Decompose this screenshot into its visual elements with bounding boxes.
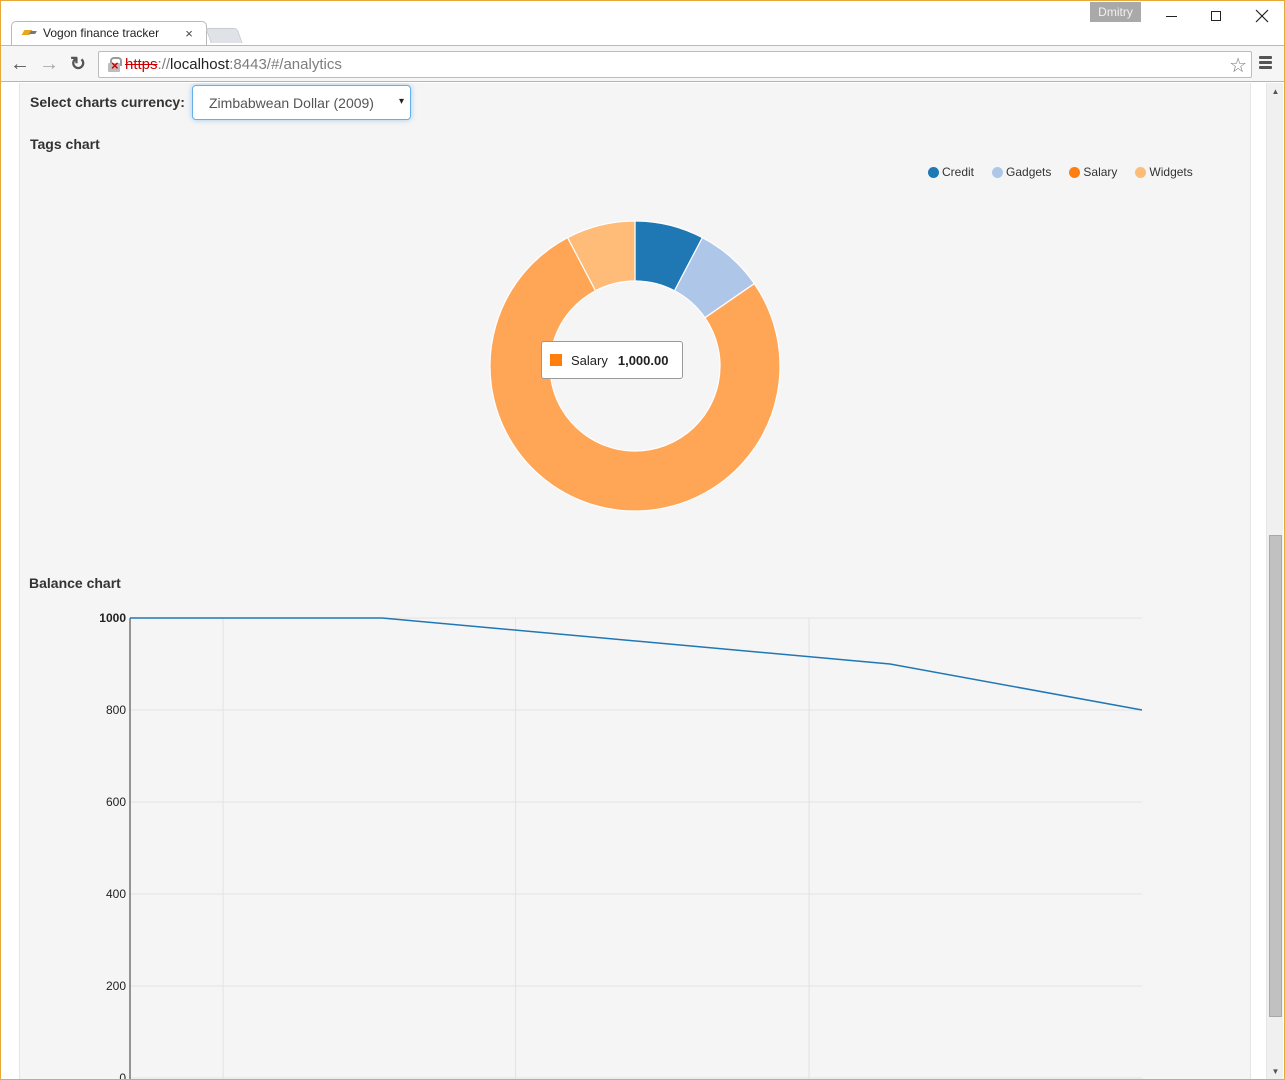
- tab-close-icon[interactable]: ×: [181, 26, 197, 41]
- profile-badge[interactable]: Dmitry: [1090, 2, 1141, 22]
- reload-button[interactable]: ↻: [66, 52, 90, 76]
- vertical-scrollbar[interactable]: ▲ ▼: [1266, 83, 1284, 1079]
- balance-data-point[interactable]: [130, 618, 131, 619]
- y-tick-label: 200: [106, 979, 126, 993]
- new-tab-button[interactable]: [205, 28, 243, 43]
- y-tick-label: 400: [106, 887, 126, 901]
- url-host: localhost: [170, 56, 230, 73]
- y-tick-label: 1000: [99, 611, 126, 625]
- forward-button[interactable]: →: [37, 52, 61, 76]
- favicon-icon: [23, 28, 37, 38]
- back-arrow-icon: ←: [10, 52, 30, 75]
- bookmark-star-icon[interactable]: ☆: [1229, 53, 1247, 78]
- forward-arrow-icon: →: [39, 52, 59, 75]
- analytics-panel: Select charts currency: Zimbabwean Dolla…: [19, 83, 1251, 1080]
- y-tick-label: 800: [106, 703, 126, 717]
- tab-active[interactable]: Vogon finance tracker ×: [15, 21, 205, 45]
- y-tick-label: 600: [106, 795, 126, 809]
- maximize-icon: [1211, 11, 1221, 21]
- balance-data-point[interactable]: [381, 618, 382, 619]
- close-window-button[interactable]: [1239, 3, 1284, 29]
- title-bar: Vogon finance tracker × Dmitry: [1, 1, 1284, 46]
- balance-line-series[interactable]: [130, 617, 1143, 711]
- url-scheme: https: [125, 56, 158, 73]
- scroll-up-arrow-icon[interactable]: ▲: [1267, 83, 1284, 100]
- close-icon: [1255, 9, 1269, 23]
- tab-title: Vogon finance tracker: [43, 26, 160, 40]
- reload-icon: ↻: [70, 53, 86, 75]
- scrollbar-thumb[interactable]: [1269, 535, 1282, 1017]
- y-tick-label: 0: [119, 1071, 126, 1080]
- menu-hamburger-icon[interactable]: [1259, 56, 1273, 70]
- minimize-icon: [1165, 15, 1177, 17]
- address-bar[interactable]: × https://localhost:8443/#/analytics ☆: [98, 51, 1252, 78]
- balance-data-point[interactable]: [890, 664, 891, 665]
- back-button[interactable]: ←: [8, 52, 32, 76]
- scroll-down-arrow-icon[interactable]: ▼: [1267, 1063, 1284, 1079]
- maximize-button[interactable]: [1193, 3, 1239, 29]
- page-viewport: Select charts currency: Zimbabwean Dolla…: [1, 83, 1284, 1080]
- url-separator: ://: [157, 56, 171, 73]
- browser-window: Vogon finance tracker × Dmitry ← → ↻ × h…: [0, 0, 1285, 1080]
- toolbar: ← → ↻ × https://localhost:8443/#/analyti…: [1, 45, 1284, 82]
- balance-data-point[interactable]: [1142, 710, 1143, 711]
- balance-line-chart: 0 200 400 600 800 1000: [99, 611, 1143, 1080]
- minimize-button[interactable]: [1148, 3, 1194, 29]
- url-path: :8443/#/analytics: [229, 56, 342, 73]
- insecure-lock-icon: ×: [107, 56, 123, 73]
